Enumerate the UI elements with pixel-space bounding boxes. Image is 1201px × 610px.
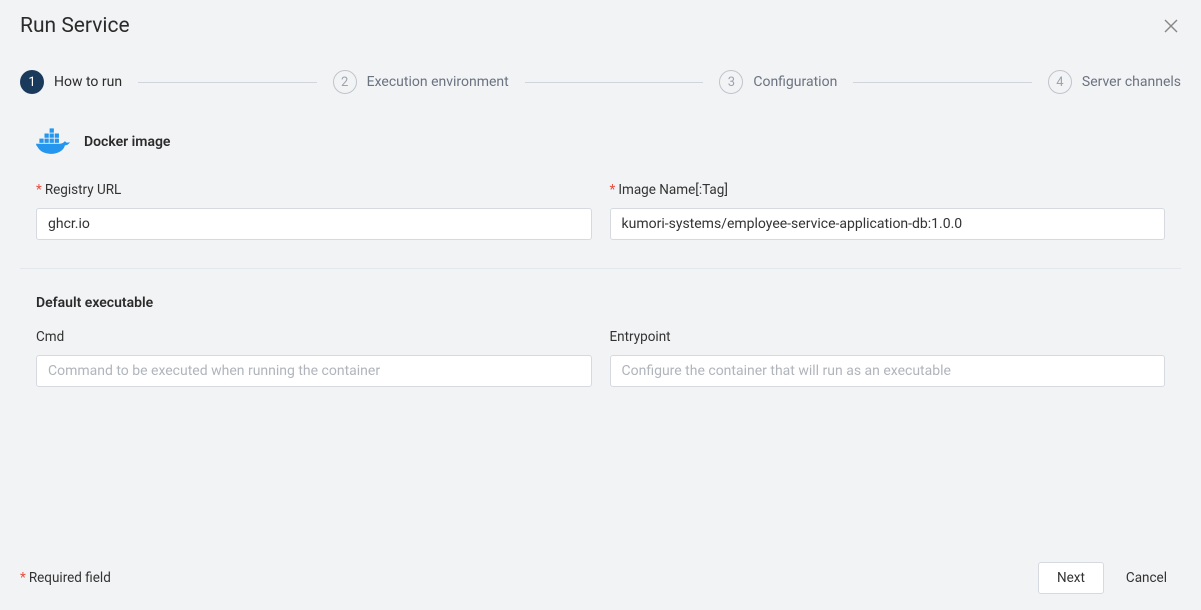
step-number: 3 [719,70,743,94]
step-number: 4 [1048,70,1072,94]
step-divider [853,82,1032,83]
entrypoint-input[interactable] [610,355,1166,387]
step-server-channels[interactable]: 4 Server channels [1048,70,1181,94]
docker-icon [36,128,70,156]
stepper: 1 How to run 2 Execution environment 3 C… [0,48,1201,120]
docker-section-title: Docker image [84,134,170,150]
section-divider [20,268,1181,269]
step-label: Execution environment [367,74,509,90]
cancel-button[interactable]: Cancel [1112,563,1181,593]
cmd-label: Cmd [36,329,592,345]
image-name-input[interactable] [610,208,1166,240]
step-configuration[interactable]: 3 Configuration [719,70,837,94]
close-icon [1164,19,1178,33]
step-divider [138,82,317,83]
required-field-note: *Required field [20,570,111,586]
required-star-icon: * [20,570,26,586]
next-button[interactable]: Next [1038,562,1104,594]
required-star-icon: * [36,182,42,198]
close-button[interactable] [1161,16,1181,36]
step-number: 1 [20,70,44,94]
cmd-input[interactable] [36,355,592,387]
step-number: 2 [333,70,357,94]
step-label: Configuration [753,74,837,90]
page-title: Run Service [20,14,130,38]
step-label: How to run [54,74,122,90]
step-label: Server channels [1082,74,1181,90]
executable-section-title: Default executable [36,295,1165,311]
image-name-label: *Image Name[:Tag] [610,182,1166,198]
step-how-to-run[interactable]: 1 How to run [20,70,122,94]
entrypoint-label: Entrypoint [610,329,1166,345]
step-execution-environment[interactable]: 2 Execution environment [333,70,509,94]
registry-url-input[interactable] [36,208,592,240]
step-divider [525,82,704,83]
registry-url-label: *Registry URL [36,182,592,198]
required-star-icon: * [610,182,616,198]
